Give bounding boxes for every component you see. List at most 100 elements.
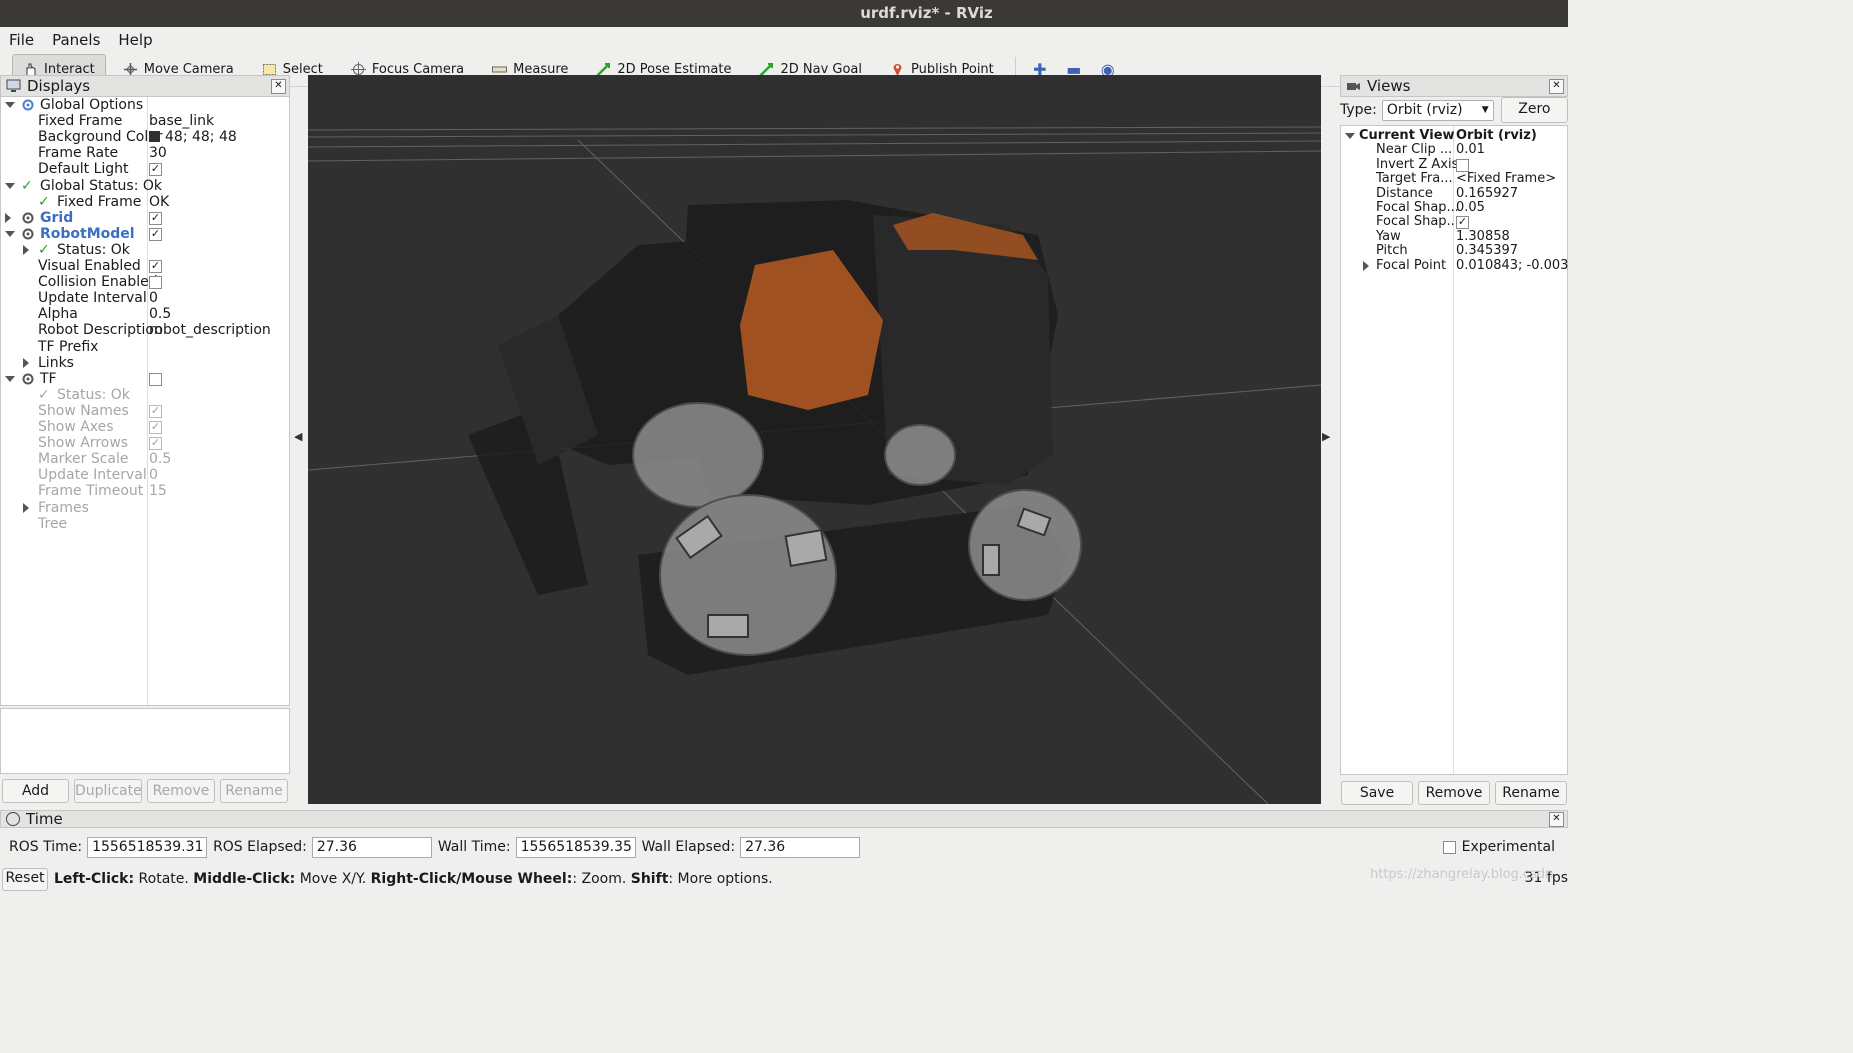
display-row[interactable]: ✓ Fixed Frame OK xyxy=(1,194,289,210)
close-icon[interactable]: ✕ xyxy=(1549,811,1564,827)
add-display-button[interactable]: Add xyxy=(2,779,69,803)
display-row-value[interactable]: 0 xyxy=(149,467,158,483)
display-row[interactable]: TF xyxy=(1,371,289,387)
display-row[interactable]: ✓ Status: Ok xyxy=(1,387,289,403)
display-row[interactable]: TF Prefix xyxy=(1,339,289,355)
expand-right-icon[interactable] xyxy=(23,357,29,368)
save-view-button[interactable]: Save xyxy=(1341,781,1413,805)
display-row-value[interactable]: 0.5 xyxy=(149,451,171,467)
view-property-row[interactable]: Pitch 0.345397 xyxy=(1341,243,1567,258)
view-property-row[interactable]: Near Clip ... 0.01 xyxy=(1341,142,1567,157)
enable-checkbox[interactable] xyxy=(149,372,162,386)
view-property-checkbox[interactable] xyxy=(1456,158,1469,172)
expand-down-icon[interactable] xyxy=(5,102,15,108)
display-row-value[interactable]: 15 xyxy=(149,483,167,499)
display-row-value[interactable]: 48; 48; 48 xyxy=(149,129,237,145)
view-property-value[interactable]: 0.165927 xyxy=(1456,186,1518,201)
remove-view-button[interactable]: Remove xyxy=(1418,781,1490,805)
view-property-row[interactable]: Yaw 1.30858 xyxy=(1341,229,1567,244)
view-property-value[interactable]: 0.05 xyxy=(1456,200,1485,215)
view-property-row[interactable]: Focal Shap... ✓ xyxy=(1341,214,1567,230)
display-row[interactable]: Robot Description robot_description xyxy=(1,322,289,338)
expand-down-icon[interactable] xyxy=(5,230,15,237)
view-property-row[interactable]: Target Fra... <Fixed Frame> xyxy=(1341,171,1567,186)
close-icon[interactable]: ✕ xyxy=(1549,78,1564,94)
display-row-value[interactable]: robot_description xyxy=(149,322,271,338)
expand-right-icon[interactable] xyxy=(23,244,29,255)
expand-down-icon[interactable] xyxy=(1345,133,1355,139)
enable-checkbox[interactable] xyxy=(149,276,162,290)
collapse-left-handle[interactable]: ◀ xyxy=(294,430,306,450)
display-row-value[interactable]: OK xyxy=(149,194,169,210)
view-property-value[interactable]: 0.01 xyxy=(1456,142,1485,157)
display-row[interactable]: Default Light ✓ xyxy=(1,161,289,177)
view-property-value[interactable]: <Fixed Frame> xyxy=(1456,171,1556,186)
display-row-value[interactable]: base_link xyxy=(149,113,214,129)
display-row[interactable]: Tree xyxy=(1,516,289,532)
enable-checkbox[interactable]: ✓ xyxy=(149,227,162,241)
expand-right-icon[interactable] xyxy=(5,212,11,223)
display-row[interactable]: Visual Enabled ✓ xyxy=(1,258,289,274)
displays-tree[interactable]: Global Options Fixed Frame base_link Backgr… xyxy=(0,96,290,706)
display-row-value[interactable]: 0.5 xyxy=(149,306,171,322)
expand-down-icon[interactable] xyxy=(5,375,15,382)
reset-button[interactable]: Reset xyxy=(2,867,48,891)
enable-checkbox[interactable]: ✓ xyxy=(149,260,162,273)
view-property-row[interactable]: Invert Z Axis xyxy=(1341,157,1567,172)
view-property-value[interactable]: 0.345397 xyxy=(1456,243,1518,258)
wall-time-field[interactable]: 1556518539.35 xyxy=(515,836,636,858)
enable-checkbox[interactable]: ✓ xyxy=(149,421,162,434)
display-row[interactable]: Global Options xyxy=(1,97,289,113)
display-row[interactable]: Collision Enabled xyxy=(1,274,289,290)
display-row[interactable]: Fixed Frame base_link xyxy=(1,113,289,129)
enable-checkbox[interactable]: ✓ xyxy=(149,163,162,177)
ros-elapsed-field[interactable]: 27.36 xyxy=(311,836,432,858)
close-icon[interactable]: ✕ xyxy=(271,78,286,94)
display-row[interactable]: Alpha 0.5 xyxy=(1,306,289,322)
expand-right-icon[interactable] xyxy=(1363,260,1369,271)
color-swatch[interactable] xyxy=(149,131,160,143)
display-row[interactable]: Show Names ✓ xyxy=(1,403,289,419)
view-property-value[interactable]: 0.010843; -0.003... xyxy=(1456,258,1581,273)
menu-panels[interactable]: Panels xyxy=(43,31,109,49)
view-type-select[interactable]: Orbit (rviz) ▼ xyxy=(1381,99,1494,121)
enable-checkbox[interactable]: ✓ xyxy=(149,437,162,451)
menu-help[interactable]: Help xyxy=(109,31,161,49)
rename-view-button[interactable]: Rename xyxy=(1495,781,1567,805)
enable-checkbox[interactable]: ✓ xyxy=(149,404,162,418)
zero-button[interactable]: Zero xyxy=(1500,97,1568,123)
display-row[interactable]: Links xyxy=(1,355,289,371)
display-row[interactable]: Update Interval 0 xyxy=(1,467,289,483)
wall-elapsed-field[interactable]: 27.36 xyxy=(740,836,861,858)
view-property-row[interactable]: Focal Point 0.010843; -0.003... xyxy=(1341,258,1581,273)
view-property-row[interactable]: Focal Shap... 0.05 xyxy=(1341,200,1567,215)
display-row[interactable]: Frame Rate 30 xyxy=(1,145,289,161)
display-row[interactable]: Frame Timeout 15 xyxy=(1,483,289,499)
display-row[interactable]: ✓ Status: Ok xyxy=(1,242,289,258)
display-row[interactable]: ✓ Global Status: Ok xyxy=(1,178,289,194)
ros-time-field[interactable]: 1556518539.31 xyxy=(87,836,208,858)
expand-right-icon[interactable] xyxy=(23,502,29,513)
enable-checkbox[interactable]: ✓ xyxy=(149,211,162,225)
view-property-value[interactable]: Orbit (rviz) xyxy=(1456,128,1537,143)
view-property-row[interactable]: Distance 0.165927 xyxy=(1341,186,1567,201)
display-row[interactable]: Show Arrows ✓ xyxy=(1,435,289,451)
display-row[interactable]: Update Interval 0 xyxy=(1,290,289,306)
display-row[interactable]: RobotModel ✓ xyxy=(1,226,289,242)
view-property-value[interactable]: 1.30858 xyxy=(1456,229,1510,244)
display-row[interactable]: Marker Scale 0.5 xyxy=(1,451,289,467)
display-row-value[interactable]: 30 xyxy=(149,145,167,161)
views-tree[interactable]: Current View Orbit (rviz) Near Clip ... 0.0… xyxy=(1340,125,1581,775)
collapse-right-handle[interactable]: ▶ xyxy=(1322,430,1334,450)
display-row[interactable]: Show Axes ✓ xyxy=(1,419,289,435)
display-row[interactable]: Grid ✓ xyxy=(1,210,289,226)
experimental-checkbox[interactable] xyxy=(1442,840,1456,854)
display-row[interactable]: Frames xyxy=(1,500,289,516)
duplicate-display-button[interactable]: Duplicate xyxy=(74,779,142,803)
view-property-checkbox[interactable]: ✓ xyxy=(1456,216,1469,230)
expand-down-icon[interactable] xyxy=(5,182,15,189)
view-property-row[interactable]: Current View Orbit (rviz) xyxy=(1341,128,1567,143)
display-row[interactable]: Background Color 48; 48; 48 xyxy=(1,129,289,145)
3d-render-viewport[interactable] xyxy=(308,75,1321,804)
remove-display-button[interactable]: Remove xyxy=(147,779,215,803)
